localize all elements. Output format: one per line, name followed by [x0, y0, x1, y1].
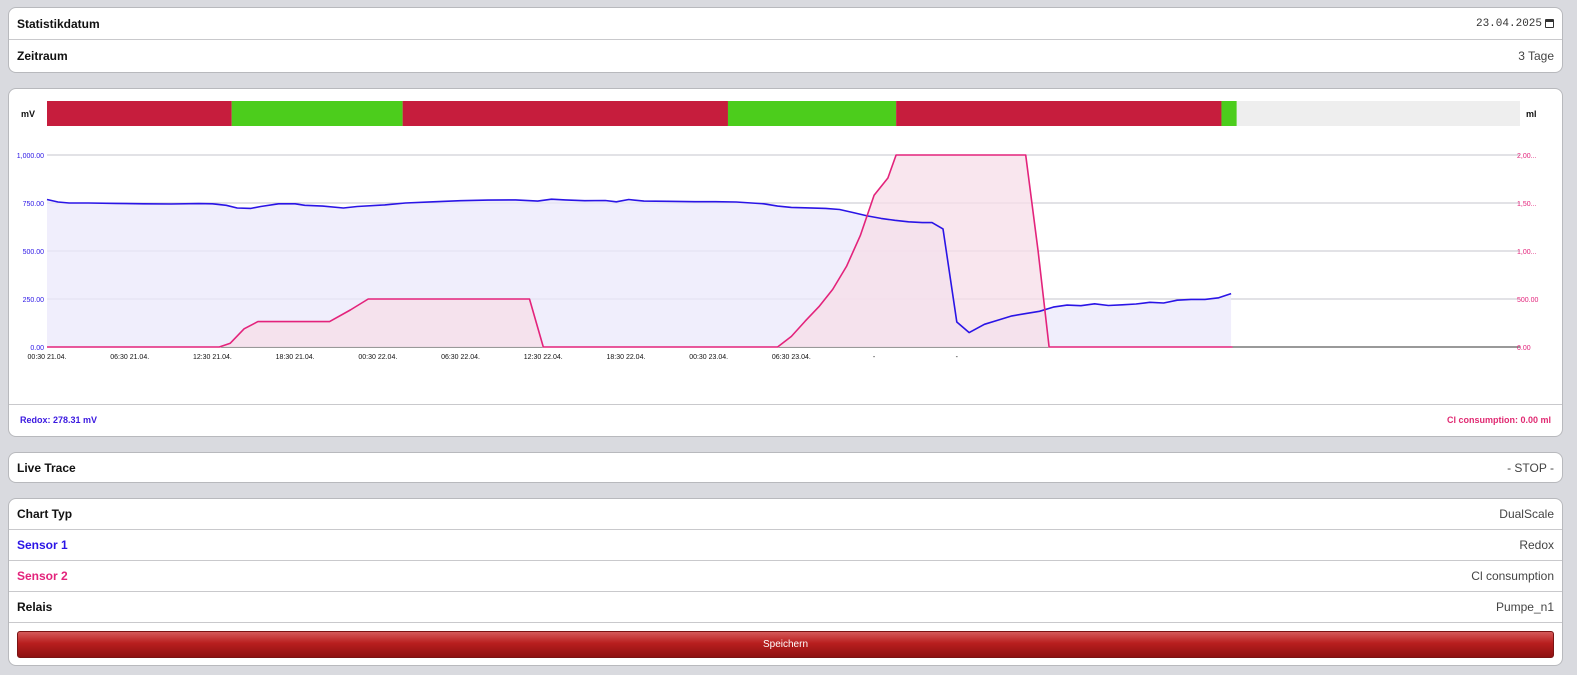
setting-row-relais[interactable]: Relais Pumpe_n1: [9, 592, 1562, 623]
x-tick-label: 06:30 21.04.: [110, 354, 149, 361]
status-segment-off-5: [1221, 101, 1237, 126]
series-area-redox: [47, 199, 1232, 347]
left-axis-unit: mV: [21, 109, 35, 119]
x-tick-label: 00:30 21.04.: [28, 354, 67, 361]
relais-value[interactable]: Pumpe_n1: [1496, 600, 1554, 614]
statistikdatum-label: Statistikdatum: [17, 16, 100, 31]
sensor-1-value[interactable]: Redox: [1519, 538, 1554, 552]
chart-divider: [9, 404, 1562, 405]
x-tick-label: 18:30 21.04.: [276, 354, 315, 361]
setting-row-chart-typ[interactable]: Chart Typ DualScale: [9, 499, 1562, 530]
right-tick-label: 1,00...: [1517, 249, 1537, 256]
setting-row-sensor-1[interactable]: Sensor 1 Redox: [9, 530, 1562, 561]
x-tick-label: 12:30 22.04.: [524, 354, 563, 361]
right-axis-unit: ml: [1526, 109, 1537, 119]
right-tick-label: 500.00: [1517, 297, 1539, 304]
sensor-2-label: Sensor 2: [17, 569, 68, 583]
zeitraum-label: Zeitraum: [17, 49, 68, 63]
setting-row-sensor-2[interactable]: Sensor 2 Cl consumption: [9, 561, 1562, 592]
status-segment-on-2: [402, 101, 728, 126]
left-tick-label: 1,000.00: [17, 153, 44, 160]
date-value: 23.04.2025: [1475, 17, 1542, 30]
live-trace-row[interactable]: Live Trace - STOP -: [9, 453, 1562, 482]
right-tick-label: 2,00...: [1517, 153, 1537, 160]
live-trace-status[interactable]: - STOP -: [1507, 461, 1554, 475]
right-tick-label: 1,50...: [1517, 201, 1537, 208]
left-tick-label: 250.00: [23, 297, 45, 304]
legend-cl-consumption: Cl consumption: 0.00 ml: [1446, 415, 1551, 425]
live-trace-panel: Live Trace - STOP -: [8, 452, 1563, 483]
x-tick-label: 00:30 22.04.: [358, 354, 397, 361]
chart-typ-value[interactable]: DualScale: [1499, 507, 1554, 521]
x-tick-label: 06:30 22.04.: [441, 354, 480, 361]
status-segment-on-4: [896, 101, 1222, 126]
x-tick-label: 06:30 23.04.: [772, 354, 811, 361]
status-segment-off-1: [231, 101, 403, 126]
zeitraum-row[interactable]: Zeitraum 3 Tage: [9, 40, 1562, 72]
date-panel: Statistikdatum 23.04.2025 Zeitraum 3 Tag…: [8, 7, 1563, 73]
right-tick-label: 0.00: [1517, 345, 1531, 352]
sensor-1-label: Sensor 1: [17, 538, 68, 552]
chart-panel: mV ml 0.00 250.00 500.00 750.00 1,000.00 0.00 50…: [8, 88, 1563, 437]
dual-scale-chart: mV ml 0.00 250.00 500.00 750.00 1,000.00 0.00 50…: [17, 101, 1539, 361]
live-trace-label: Live Trace: [17, 460, 76, 475]
left-tick-label: 0.00: [30, 345, 44, 352]
date-input[interactable]: 23.04.2025: [1476, 18, 1554, 30]
left-tick-label: 750.00: [23, 201, 45, 208]
x-tick-label: -: [956, 354, 959, 361]
sensor-2-value[interactable]: Cl consumption: [1471, 569, 1554, 583]
calendar-icon[interactable]: [1545, 19, 1554, 28]
x-tick-label: -: [873, 354, 876, 361]
settings-panel: Chart Typ DualScale Sensor 1 Redox Senso…: [8, 498, 1563, 666]
statistikdatum-row: Statistikdatum 23.04.2025: [9, 8, 1562, 40]
zeitraum-value[interactable]: 3 Tage: [1518, 49, 1554, 63]
save-button[interactable]: Speichern: [17, 631, 1554, 658]
legend-redox: Redox: 278.31 mV: [20, 415, 98, 425]
chart-typ-label: Chart Typ: [17, 507, 73, 521]
relais-label: Relais: [17, 600, 53, 614]
x-tick-label: 00:30 23.04.: [689, 354, 728, 361]
left-tick-label: 500.00: [23, 249, 45, 256]
status-segment-on-0: [47, 101, 232, 126]
status-segment-off-3: [727, 101, 897, 126]
x-tick-label: 18:30 22.04.: [606, 354, 645, 361]
x-tick-label: 12:30 21.04.: [193, 354, 232, 361]
